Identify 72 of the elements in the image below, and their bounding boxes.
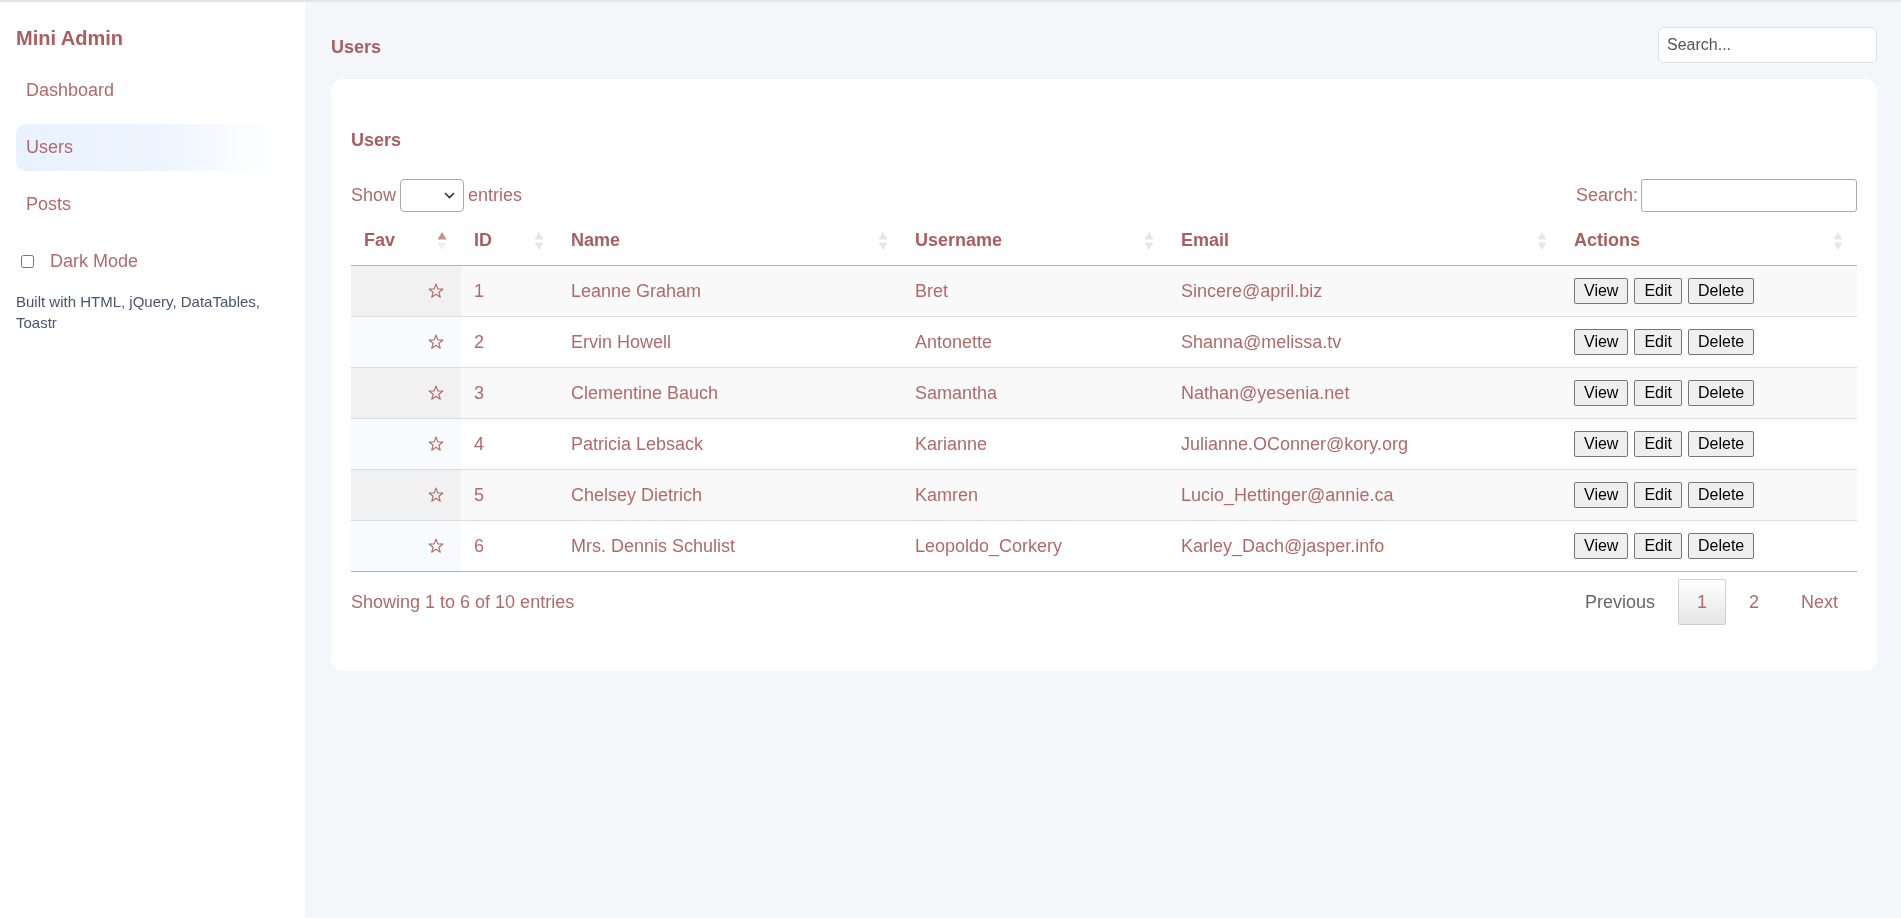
star-outline-icon[interactable] [428,538,444,554]
table-cell-text: Shanna@melissa.tv [1180,330,1343,354]
table-cell-text: 5 [473,483,485,507]
table-cell-text: Karianne [914,432,989,456]
entries-label: entries [468,184,523,207]
nav-item[interactable]: Dashboard [16,67,277,114]
edit-button[interactable]: Edit [1634,278,1682,304]
delete-button[interactable]: Delete [1687,482,1755,508]
dark-mode-label[interactable]: Dark Mode [50,249,139,273]
delete-button[interactable]: Delete [1687,278,1755,304]
column-header[interactable]: Actions [1561,216,1857,265]
view-button[interactable]: View [1574,278,1629,304]
delete-button[interactable]: Delete [1687,329,1755,355]
table-cell-text: Leanne Graham [570,279,703,303]
dark-mode-checkbox[interactable] [21,254,34,268]
table-cell-text: Kamren [914,483,980,507]
credits-text: Built with HTML, jQuery, DataTables, Toastr [16,292,261,333]
column-header[interactable]: Name [558,216,902,265]
star-outline-icon[interactable] [428,283,444,299]
star-outline-icon[interactable] [428,487,444,503]
table-cell-text: Ervin Howell [570,330,673,354]
page-button[interactable]: 1 [1677,579,1726,625]
page-size-select[interactable] [400,178,465,212]
table-cell-text: Leopoldo_Corkery [914,534,1064,559]
view-button[interactable]: View [1574,329,1629,355]
column-header[interactable]: Username [902,216,1168,265]
table-cell-text: 3 [473,381,485,405]
delete-button[interactable]: Delete [1687,380,1755,406]
brand-title: Mini Admin [16,26,124,50]
star-outline-icon[interactable] [428,334,444,350]
table-cell-text: Chelsey Dietrich [570,483,704,507]
edit-button[interactable]: Edit [1634,482,1682,508]
table-cell-text: Patricia Lebsack [570,432,705,456]
table-cell-text: 1 [473,279,485,303]
table-cell-text: Julianne.OConner@kory.org [1180,432,1410,456]
edit-button[interactable]: Edit [1634,380,1682,406]
card-title: Users [351,129,403,151]
next-button[interactable]: Next [1782,579,1857,625]
search-field[interactable] [1641,178,1857,212]
view-button[interactable]: View [1574,431,1629,457]
star-outline-icon[interactable] [428,385,444,401]
chevron-down-icon [444,191,456,199]
table-cell-text: Bret [914,279,949,303]
table-cell-text: 2 [473,330,485,354]
table-cell-text: Clementine Bauch [570,381,720,405]
star-outline-icon[interactable] [428,436,444,452]
table-info: Showing 1 to 6 of 10 entries [351,591,575,614]
table-cell-text: Nathan@yesenia.net [1180,381,1351,405]
search-label: Search: [1575,184,1638,207]
delete-button[interactable]: Delete [1687,533,1755,559]
column-header[interactable]: Email [1168,216,1561,265]
view-button[interactable]: View [1574,533,1629,559]
show-label: Show [351,184,397,207]
table-cell-text: Samantha [914,381,999,405]
table-cell-text: Mrs. Dennis Schulist [570,534,737,558]
view-button[interactable]: View [1574,380,1629,406]
edit-button[interactable]: Edit [1634,431,1682,457]
table-cell-text: Lucio_Hettinger@annie.ca [1180,483,1395,508]
page-title: Users [331,36,382,58]
delete-button[interactable]: Delete [1687,431,1755,457]
table-cell-text: Antonette [914,330,994,354]
page-button[interactable]: 2 [1729,579,1778,625]
edit-button[interactable]: Edit [1634,533,1682,559]
column-header[interactable]: Fav [351,216,461,265]
view-button[interactable]: View [1574,482,1629,508]
column-header[interactable]: ID [461,216,558,265]
nav-item[interactable]: Posts [16,181,277,228]
edit-button[interactable]: Edit [1634,329,1682,355]
table-cell-text: Sincere@april.biz [1180,279,1324,303]
table-cell-text: 6 [473,534,485,558]
table-cell-text: Karley_Dach@jasper.info [1180,534,1386,559]
table-cell-text: 4 [473,432,485,456]
